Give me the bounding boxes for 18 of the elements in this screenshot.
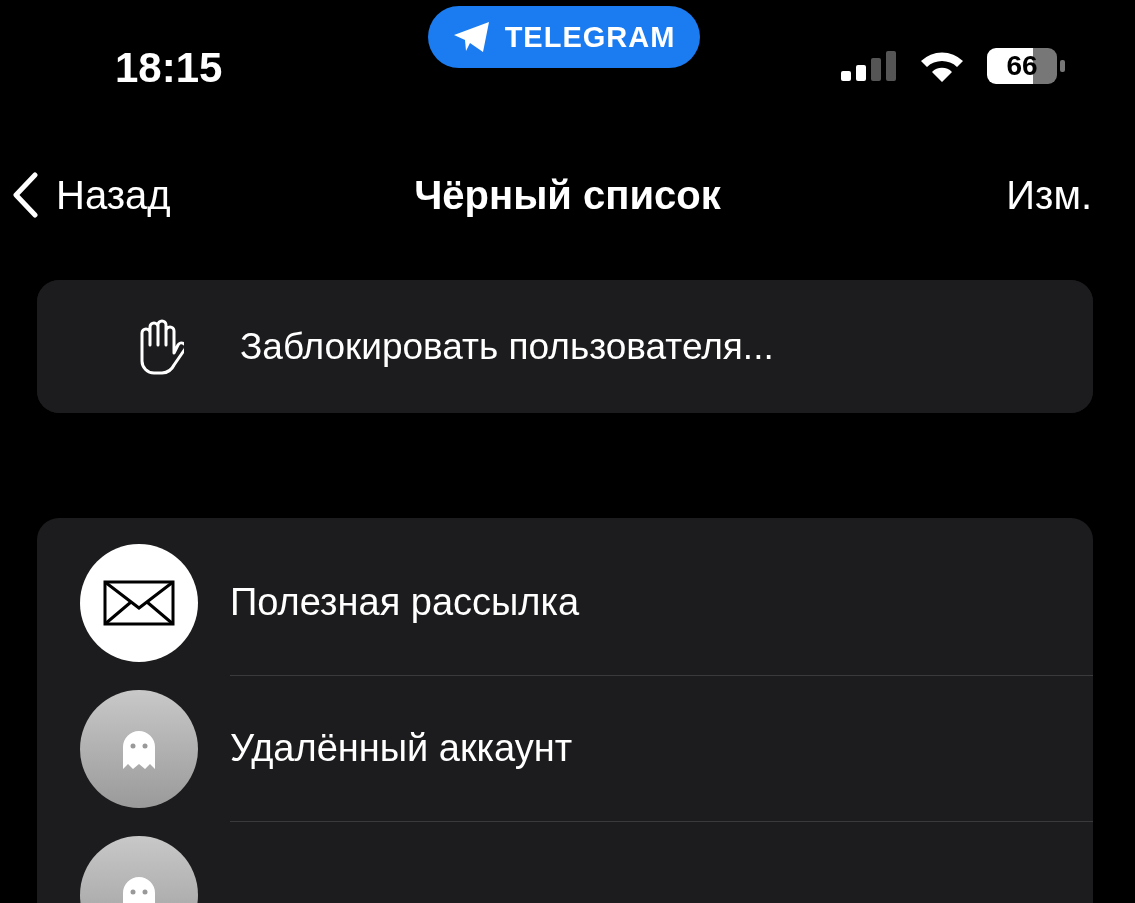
blocked-user-row[interactable]: Удалённый аккаунт <box>37 676 1093 821</box>
paper-plane-icon <box>452 21 491 53</box>
envelope-icon <box>103 579 175 626</box>
battery-cap-icon <box>1060 60 1065 72</box>
chevron-left-icon <box>12 172 38 218</box>
wifi-icon <box>919 49 965 83</box>
block-user-button[interactable]: Заблокировать пользователя... <box>37 280 1093 413</box>
screen-title: Чёрный список <box>414 172 721 218</box>
edit-button[interactable]: Изм. <box>1006 172 1092 218</box>
pill-label: TELEGRAM <box>504 20 676 54</box>
status-time: 18:15 <box>115 44 223 92</box>
back-button[interactable]: Назад <box>12 172 171 218</box>
battery-percent: 66 <box>987 48 1057 84</box>
telegram-pill[interactable]: TELEGRAM <box>428 6 700 68</box>
user-name: Полезная рассылка <box>230 581 580 624</box>
user-name: Удалённый аккаунт <box>230 727 573 770</box>
signal-icon <box>841 51 897 81</box>
blocked-user-row[interactable]: Полезная рассылка <box>37 530 1093 675</box>
